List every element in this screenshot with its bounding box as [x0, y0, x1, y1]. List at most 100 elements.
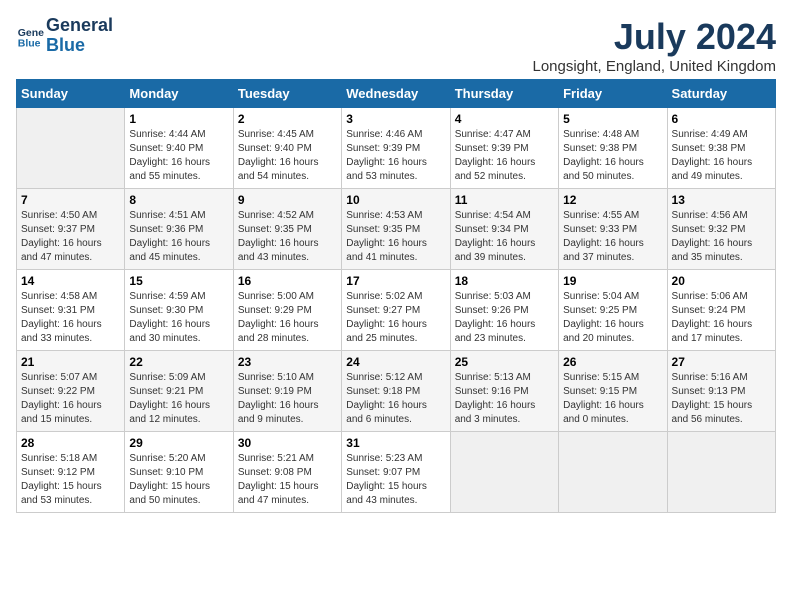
day-info: Sunrise: 4:58 AM Sunset: 9:31 PM Dayligh… [21, 290, 120, 346]
calendar-header: SundayMondayTuesdayWednesdayThursdayFrid… [17, 80, 776, 108]
day-info: Sunrise: 4:52 AM Sunset: 9:35 PM Dayligh… [238, 209, 337, 265]
location: Longsight, England, United Kingdom [532, 58, 776, 75]
day-number: 19 [563, 274, 662, 288]
day-number: 14 [21, 274, 120, 288]
svg-text:Blue: Blue [18, 37, 41, 49]
calendar-cell [559, 432, 667, 513]
calendar-body: 1 Sunrise: 4:44 AM Sunset: 9:40 PM Daylig… [17, 108, 776, 513]
day-number: 6 [672, 112, 771, 126]
day-number: 31 [346, 436, 445, 450]
calendar-cell: 7 Sunrise: 4:50 AM Sunset: 9:37 PM Daylig… [17, 189, 125, 270]
day-info: Sunrise: 5:04 AM Sunset: 9:25 PM Dayligh… [563, 290, 662, 346]
day-number: 8 [129, 193, 228, 207]
calendar-week-row: 28Sunrise: 5:18 AM Sunset: 9:12 PM Dayli… [17, 432, 776, 513]
day-info: Sunrise: 5:16 AM Sunset: 9:13 PM Dayligh… [672, 371, 771, 427]
day-number: 23 [238, 355, 337, 369]
calendar-week-row: 14 Sunrise: 4:58 AM Sunset: 9:31 PM Dayli… [17, 270, 776, 351]
calendar-cell: 17 Sunrise: 5:02 AM Sunset: 9:27 PM Dayli… [342, 270, 450, 351]
day-number: 27 [672, 355, 771, 369]
day-info: Sunrise: 4:44 AM Sunset: 9:40 PM Dayligh… [129, 128, 228, 184]
day-info: Sunrise: 5:23 AM Sunset: 9:07 PM Dayligh… [346, 452, 445, 508]
day-info: Sunrise: 5:15 AM Sunset: 9:15 PM Dayligh… [563, 371, 662, 427]
calendar-cell [667, 432, 775, 513]
weekday-header-saturday: Saturday [667, 80, 775, 108]
day-number: 18 [455, 274, 554, 288]
day-info: Sunrise: 5:02 AM Sunset: 9:27 PM Dayligh… [346, 290, 445, 346]
calendar-week-row: 7 Sunrise: 4:50 AM Sunset: 9:37 PM Daylig… [17, 189, 776, 270]
day-info: Sunrise: 5:09 AM Sunset: 9:21 PM Dayligh… [129, 371, 228, 427]
logo-line1: General [46, 16, 113, 36]
calendar-cell: 12 Sunrise: 4:55 AM Sunset: 9:33 PM Dayli… [559, 189, 667, 270]
calendar-table: SundayMondayTuesdayWednesdayThursdayFrid… [16, 79, 776, 513]
day-number: 10 [346, 193, 445, 207]
title-block: July 2024 Longsight, England, United Kin… [532, 16, 776, 75]
calendar-cell: 16 Sunrise: 5:00 AM Sunset: 9:29 PM Dayli… [233, 270, 341, 351]
day-number: 22 [129, 355, 228, 369]
calendar-cell: 27 Sunrise: 5:16 AM Sunset: 9:13 PM Dayli… [667, 351, 775, 432]
day-number: 12 [563, 193, 662, 207]
day-number: 13 [672, 193, 771, 207]
day-number: 28 [21, 436, 120, 450]
day-info: Sunrise: 5:00 AM Sunset: 9:29 PM Dayligh… [238, 290, 337, 346]
calendar-cell: 14 Sunrise: 4:58 AM Sunset: 9:31 PM Dayli… [17, 270, 125, 351]
day-number: 4 [455, 112, 554, 126]
day-info: Sunrise: 5:12 AM Sunset: 9:18 PM Dayligh… [346, 371, 445, 427]
calendar-cell: 9 Sunrise: 4:52 AM Sunset: 9:35 PM Daylig… [233, 189, 341, 270]
day-info: Sunrise: 5:10 AM Sunset: 9:19 PM Dayligh… [238, 371, 337, 427]
weekday-header-thursday: Thursday [450, 80, 558, 108]
logo-text: General Blue [46, 16, 113, 56]
day-number: 2 [238, 112, 337, 126]
calendar-cell: 25 Sunrise: 5:13 AM Sunset: 9:16 PM Dayli… [450, 351, 558, 432]
calendar-cell [450, 432, 558, 513]
day-number: 5 [563, 112, 662, 126]
calendar-cell: 31 Sunrise: 5:23 AM Sunset: 9:07 PM Dayli… [342, 432, 450, 513]
calendar-cell: 8 Sunrise: 4:51 AM Sunset: 9:36 PM Daylig… [125, 189, 233, 270]
calendar-cell: 13 Sunrise: 4:56 AM Sunset: 9:32 PM Dayli… [667, 189, 775, 270]
calendar-cell: 26 Sunrise: 5:15 AM Sunset: 9:15 PM Dayli… [559, 351, 667, 432]
day-number: 16 [238, 274, 337, 288]
day-number: 25 [455, 355, 554, 369]
logo-icon: General Blue [16, 22, 44, 50]
day-number: 7 [21, 193, 120, 207]
day-number: 17 [346, 274, 445, 288]
day-info: Sunrise: 4:48 AM Sunset: 9:38 PM Dayligh… [563, 128, 662, 184]
day-info: Sunrise: 4:59 AM Sunset: 9:30 PM Dayligh… [129, 290, 228, 346]
calendar-cell [17, 108, 125, 189]
day-number: 1 [129, 112, 228, 126]
weekday-header-monday: Monday [125, 80, 233, 108]
calendar-cell: 19 Sunrise: 5:04 AM Sunset: 9:25 PM Dayli… [559, 270, 667, 351]
logo-line2: Blue [46, 36, 113, 56]
day-info: Sunrise: 4:45 AM Sunset: 9:40 PM Dayligh… [238, 128, 337, 184]
day-number: 3 [346, 112, 445, 126]
day-info: Sunrise: 5:13 AM Sunset: 9:16 PM Dayligh… [455, 371, 554, 427]
day-info: Sunrise: 5:07 AM Sunset: 9:22 PM Dayligh… [21, 371, 120, 427]
day-info: Sunrise: 5:20 AM Sunset: 9:10 PM Dayligh… [129, 452, 228, 508]
calendar-cell: 24Sunrise: 5:12 AM Sunset: 9:18 PM Dayli… [342, 351, 450, 432]
day-info: Sunrise: 4:56 AM Sunset: 9:32 PM Dayligh… [672, 209, 771, 265]
day-number: 21 [21, 355, 120, 369]
day-info: Sunrise: 4:53 AM Sunset: 9:35 PM Dayligh… [346, 209, 445, 265]
day-number: 9 [238, 193, 337, 207]
day-number: 15 [129, 274, 228, 288]
calendar-cell: 11Sunrise: 4:54 AM Sunset: 9:34 PM Dayli… [450, 189, 558, 270]
calendar-cell: 4 Sunrise: 4:47 AM Sunset: 9:39 PM Daylig… [450, 108, 558, 189]
day-number: 29 [129, 436, 228, 450]
day-info: Sunrise: 4:50 AM Sunset: 9:37 PM Dayligh… [21, 209, 120, 265]
page-header: General Blue General Blue July 2024 Long… [16, 16, 776, 75]
month-title: July 2024 [532, 16, 776, 58]
calendar-cell: 28Sunrise: 5:18 AM Sunset: 9:12 PM Dayli… [17, 432, 125, 513]
day-number: 30 [238, 436, 337, 450]
day-number: 20 [672, 274, 771, 288]
logo: General Blue General Blue [16, 16, 113, 56]
calendar-week-row: 21 Sunrise: 5:07 AM Sunset: 9:22 PM Dayli… [17, 351, 776, 432]
day-info: Sunrise: 4:47 AM Sunset: 9:39 PM Dayligh… [455, 128, 554, 184]
day-number: 26 [563, 355, 662, 369]
day-info: Sunrise: 4:46 AM Sunset: 9:39 PM Dayligh… [346, 128, 445, 184]
weekday-header-tuesday: Tuesday [233, 80, 341, 108]
day-info: Sunrise: 4:51 AM Sunset: 9:36 PM Dayligh… [129, 209, 228, 265]
day-info: Sunrise: 4:55 AM Sunset: 9:33 PM Dayligh… [563, 209, 662, 265]
calendar-cell: 22 Sunrise: 5:09 AM Sunset: 9:21 PM Dayli… [125, 351, 233, 432]
calendar-cell: 2 Sunrise: 4:45 AM Sunset: 9:40 PM Daylig… [233, 108, 341, 189]
calendar-cell: 29 Sunrise: 5:20 AM Sunset: 9:10 PM Dayli… [125, 432, 233, 513]
calendar-cell: 10 Sunrise: 4:53 AM Sunset: 9:35 PM Dayli… [342, 189, 450, 270]
